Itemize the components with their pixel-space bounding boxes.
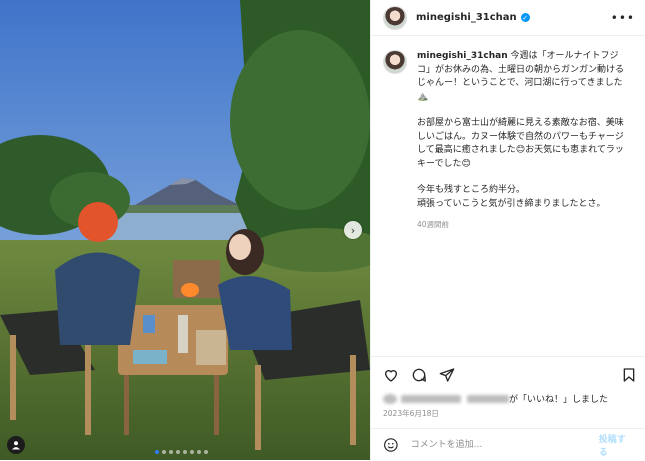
tagged-users-button[interactable] xyxy=(7,436,25,454)
post-photo[interactable]: › xyxy=(0,0,370,460)
likes-text: が「いいね！」しました xyxy=(509,395,609,405)
carousel-dot xyxy=(197,450,201,454)
verified-badge-icon: ✓ xyxy=(520,13,530,22)
caption-paragraph-2: お部屋から富士山が綺麗に見える素敵なお宿、美味しいごはん。カヌー体験で自然のパワ… xyxy=(417,118,624,169)
likes-line: が「いいね！」しました xyxy=(383,392,608,405)
carousel-dot xyxy=(162,450,166,454)
carousel-next-button[interactable]: › xyxy=(344,221,362,239)
caption-paragraph-3: 今年も残すところ約半分。 頑張っていこうと気が引き締まりましたとさ。 xyxy=(417,184,627,211)
bookmark-icon[interactable] xyxy=(621,367,637,383)
post-date[interactable]: 2023年6月18日 xyxy=(383,408,439,419)
caption-avatar[interactable] xyxy=(383,50,407,74)
post-username[interactable]: minegishi_31chan xyxy=(416,12,517,23)
avatar[interactable] xyxy=(383,5,407,30)
liker-name-blurred xyxy=(401,394,461,403)
post-header: minegishi_31chan ✓ ••• xyxy=(371,0,645,36)
heart-icon[interactable] xyxy=(383,367,399,383)
caption-line-3a: 今年も残すところ約半分。 xyxy=(417,185,526,195)
action-bar: が「いいね！」しました 2023年6月18日 投稿する xyxy=(371,356,645,461)
comment-input[interactable] xyxy=(408,439,599,451)
caption-line-3b: 頑張っていこうと気が引き締まりましたとさ。 xyxy=(417,198,606,209)
emoji-icon[interactable] xyxy=(383,437,399,453)
post-details-panel: minegishi_31chan ✓ ••• minegishi_31chan … xyxy=(370,0,645,460)
carousel-dot xyxy=(204,450,208,454)
comment-bar: 投稿する xyxy=(371,428,645,461)
caption-area: minegishi_31chan 今週は「オールナイトフジコ」がお休みの為、土曜… xyxy=(371,36,645,356)
liker-count-blurred xyxy=(467,394,509,403)
share-icon[interactable] xyxy=(439,367,455,383)
person-icon xyxy=(12,441,20,450)
more-options-icon[interactable]: ••• xyxy=(611,11,635,25)
lake-camp-photo xyxy=(0,0,370,460)
caption-username[interactable]: minegishi_31chan xyxy=(417,51,508,61)
carousel-dot xyxy=(190,450,194,454)
liker-avatar xyxy=(383,393,397,404)
comment-icon[interactable] xyxy=(411,367,427,383)
carousel-dot xyxy=(176,450,180,454)
caption: minegishi_31chan 今週は「オールナイトフジコ」がお休みの為、土曜… xyxy=(417,50,627,232)
post-comment-button[interactable]: 投稿する xyxy=(599,432,634,458)
caption-timestamp[interactable]: 40週間前 xyxy=(417,218,627,232)
carousel-dot xyxy=(183,450,187,454)
carousel-dots xyxy=(155,450,208,454)
carousel-dot xyxy=(155,450,159,454)
carousel-dot xyxy=(169,450,173,454)
